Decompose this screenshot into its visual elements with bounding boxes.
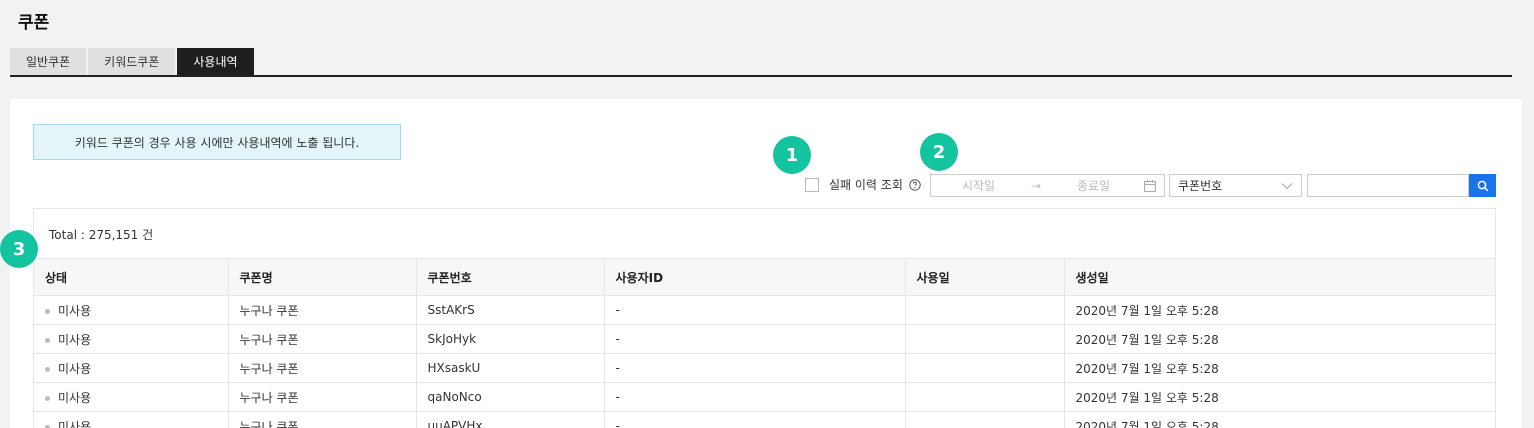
tab-bar: 일반쿠폰 키워드쿠폰 사용내역 [10,48,254,75]
status-cell: 미사용 [34,411,229,428]
column-header-created-date[interactable]: 생성일 [1064,258,1495,296]
search-input[interactable] [1307,174,1469,197]
coupon-name-cell: 누구나 쿠폰 [228,353,417,383]
date-range-arrow: → [1030,178,1042,193]
status-text: 미사용 [58,390,92,405]
tab-keyword-coupon[interactable]: 키워드쿠폰 [88,48,176,75]
used-date-cell [905,324,1065,354]
status-cell: 미사용 [34,324,229,354]
user-id-cell: - [604,382,906,412]
used-date-cell [905,353,1065,383]
question-circle-icon[interactable] [909,178,921,191]
content-panel: 키워드 쿠폰의 경우 사용 시에만 사용내역에 노출 됩니다. 실패 이력 조회… [10,99,1522,428]
coupon-number-cell: uuAPVHx [416,411,605,428]
fail-history-label: 실패 이력 조회 [829,178,903,192]
page-title: 쿠폰 [18,13,50,33]
user-id-cell: - [604,353,906,383]
coupon-number-cell: SkJoHyk [416,324,605,354]
status-text: 미사용 [58,361,92,376]
annotation-marker-3: 3 [0,230,38,268]
search-type-value: 쿠폰번호 [1178,179,1223,193]
coupon-number-cell: SstAKrS [416,295,605,325]
chevron-down-icon [1281,182,1293,189]
created-date-cell: 2020년 7월 1일 오후 5:28 [1064,382,1495,412]
table-row[interactable]: 미사용 누구나 쿠폰 SstAKrS - 2020년 7월 1일 오후 5:28 [34,295,1495,325]
search-button[interactable] [1469,174,1496,197]
coupon-name-cell: 누구나 쿠폰 [228,324,417,354]
used-date-cell [905,295,1065,325]
used-date-cell [905,411,1065,428]
search-type-select[interactable]: 쿠폰번호 [1169,174,1302,197]
notice-banner: 키워드 쿠폰의 경우 사용 시에만 사용내역에 노출 됩니다. [33,124,401,160]
created-date-cell: 2020년 7월 1일 오후 5:28 [1064,295,1495,325]
status-dot-icon [45,308,50,314]
table-row[interactable]: 미사용 누구나 쿠폰 uuAPVHx - 2020년 7월 1일 오후 5:28 [34,411,1495,428]
annotation-marker-2: 2 [920,133,958,171]
usage-table-container: Total : 275,151 건 상태 쿠폰명 쿠폰번호 사용자ID 사용일 … [33,208,1496,428]
total-count: Total : 275,151 건 [49,228,154,242]
created-date-cell: 2020년 7월 1일 오후 5:28 [1064,411,1495,428]
column-header-coupon-number[interactable]: 쿠폰번호 [416,258,605,296]
annotation-marker-1: 1 [773,136,811,174]
used-date-cell [905,382,1065,412]
status-cell: 미사용 [34,353,229,383]
status-dot-icon [45,366,50,372]
tab-usage-history[interactable]: 사용내역 [177,48,254,75]
column-header-status[interactable]: 상태 [34,258,229,296]
table-header-row: 상태 쿠폰명 쿠폰번호 사용자ID 사용일 생성일 [34,258,1495,296]
tab-divider [10,75,1512,77]
status-cell: 미사용 [34,295,229,325]
user-id-cell: - [604,295,906,325]
table-row[interactable]: 미사용 누구나 쿠폰 qaNoNco - 2020년 7월 1일 오후 5:28 [34,382,1495,412]
column-header-used-date[interactable]: 사용일 [905,258,1065,296]
coupon-name-cell: 누구나 쿠폰 [228,382,417,412]
created-date-cell: 2020년 7월 1일 오후 5:28 [1064,353,1495,383]
status-cell: 미사용 [34,382,229,412]
calendar-icon[interactable] [1143,179,1157,193]
user-id-cell: - [604,411,906,428]
coupon-name-cell: 누구나 쿠폰 [228,411,417,428]
status-text: 미사용 [58,419,92,428]
tab-general-coupon[interactable]: 일반쿠폰 [10,48,87,75]
coupon-number-cell: qaNoNco [416,382,605,412]
column-header-user-id[interactable]: 사용자ID [604,258,906,296]
date-end-input[interactable]: 종료일 [1046,177,1141,194]
column-header-coupon-name[interactable]: 쿠폰명 [228,258,417,296]
status-dot-icon [45,337,50,343]
status-dot-icon [45,395,50,401]
status-text: 미사용 [58,332,92,347]
created-date-cell: 2020년 7월 1일 오후 5:28 [1064,324,1495,354]
table-row[interactable]: 미사용 누구나 쿠폰 SkJoHyk - 2020년 7월 1일 오후 5:28 [34,324,1495,354]
usage-table: 상태 쿠폰명 쿠폰번호 사용자ID 사용일 생성일 미사용 누구나 쿠폰 Sst… [34,258,1495,428]
coupon-name-cell: 누구나 쿠폰 [228,295,417,325]
fail-history-filter: 실패 이력 조회 [805,176,921,193]
date-range-picker[interactable]: 시작일 → 종료일 [930,174,1165,197]
fail-history-checkbox[interactable] [805,177,819,192]
status-text: 미사용 [58,303,92,318]
table-row[interactable]: 미사용 누구나 쿠폰 HXsaskU - 2020년 7월 1일 오후 5:28 [34,353,1495,383]
status-dot-icon [45,424,50,428]
date-start-input[interactable]: 시작일 [931,177,1026,194]
user-id-cell: - [604,324,906,354]
coupon-number-cell: HXsaskU [416,353,605,383]
search-icon [1477,180,1488,191]
